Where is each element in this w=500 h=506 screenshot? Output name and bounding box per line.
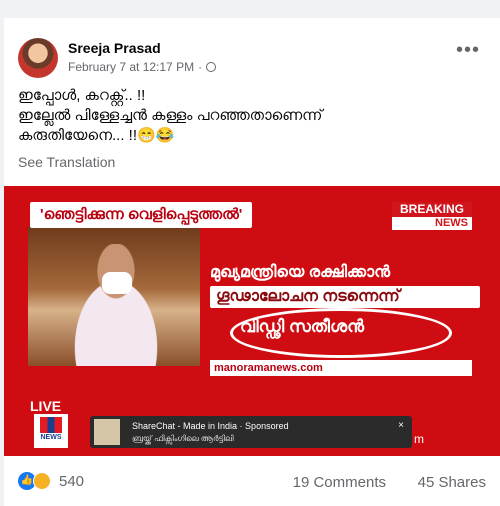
ad-thumbnail (94, 419, 120, 445)
author-avatar[interactable] (18, 38, 58, 78)
close-icon[interactable]: × (398, 420, 404, 431)
sponsored-ad-overlay[interactable]: ShareChat - Made in India · Sponsored ബ്… (90, 416, 412, 448)
news-label: NEWS (435, 217, 468, 229)
headline-line-2: ഗൂഢാലോചന നടന്നെന്ന് (216, 288, 400, 305)
comments-count-link[interactable]: 19 Comments (293, 474, 386, 491)
headline-line-2-box: ഗൂഢാലോചന നടന്നെന്ന് (210, 286, 480, 308)
post-timestamp[interactable]: February 7 at 12:17 PM (68, 60, 194, 74)
cut-off-text: m (414, 432, 424, 446)
breaking-news-badge: BREAKING NEWS (392, 202, 472, 230)
post-text-line: ഇല്ലേൽ പിള്ളേച്ചൻ കള്ളം പറഞ്ഞതാണെന്ന് (18, 107, 323, 124)
post-text-line: കരുതിയേനെ... !!😁😂 (18, 127, 175, 144)
channel-logo-text: NEWS (40, 434, 62, 441)
haha-icon (33, 472, 51, 490)
person-image (52, 244, 180, 366)
post-image[interactable]: 'ഞെട്ടിക്കുന്ന വെളിപ്പെടുത്തൽ' BREAKING … (4, 186, 500, 456)
channel-logo: NEWS (34, 414, 68, 448)
channel-logo-mark (40, 417, 62, 433)
news-banner: 'ഞെട്ടിക്കുന്ന വെളിപ്പെടുത്തൽ' (30, 202, 253, 228)
author-name[interactable]: Sreeja Prasad (68, 40, 161, 56)
site-url: manoramanews.com (214, 362, 323, 374)
site-bar: manoramanews.com (210, 360, 472, 376)
post-meta: February 7 at 12:17 PM · (68, 60, 217, 74)
post-text: ഇപ്പോൾ, കറക്റ്റ്.. !! ഇല്ലേൽ പിള്ളേച്ചൻ … (18, 86, 478, 146)
ad-subtitle: ബ്രയ്ക്ക് ഫിക്സിംഗിലെ ആർട്ടിലി (132, 434, 234, 443)
circled-annotation (230, 308, 452, 358)
post-text-line: ഇപ്പോൾ, കറക്റ്റ്.. !! (18, 87, 146, 104)
see-translation-link[interactable]: See Translation (18, 154, 115, 170)
post-footer: 👍 540 19 Comments 45 Shares (4, 468, 500, 498)
live-label: LIVE (30, 398, 62, 414)
ad-title: ShareChat - Made in India · Sponsored (132, 421, 289, 431)
face-mask (102, 272, 132, 294)
breaking-label: BREAKING (392, 202, 472, 217)
globe-icon[interactable] (206, 62, 217, 72)
more-options-icon[interactable]: ••• (456, 40, 480, 60)
shares-count-link[interactable]: 45 Shares (418, 474, 486, 491)
reactions-summary[interactable]: 👍 540 (18, 472, 84, 490)
dot-separator: · (198, 60, 203, 74)
headline-line-1: മുഖ്യമന്ത്രിയെ രക്ഷിക്കാൻ (210, 264, 391, 281)
post-card: Sreeja Prasad February 7 at 12:17 PM · •… (4, 18, 500, 506)
reaction-count: 540 (59, 472, 85, 490)
